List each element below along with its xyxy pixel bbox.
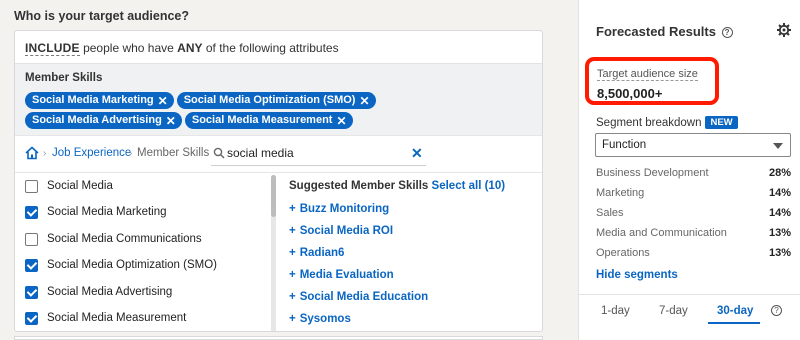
breadcrumb-member-skills: Member Skills [137,147,210,159]
target-audience-label: Target audience size [597,68,698,81]
tab-30-day[interactable]: 30-day [717,305,753,317]
select-all-link[interactable]: Select all (10) [432,180,506,192]
suggested-title: Suggested Member Skills Select all (10) [289,180,506,192]
option-checkbox[interactable] [25,232,38,246]
audience-section: Who is your target audience? INCLUDE peo… [0,0,560,340]
remove-pill-icon[interactable]: ✕ [359,95,369,107]
option-label: Social Media Measurement [47,312,187,324]
plus-icon: + [289,203,296,215]
next-card-edge [14,336,543,340]
targeting-card: INCLUDE people who have ANY of the follo… [14,30,543,332]
forecast-title: Forecasted Results ? [596,24,733,39]
clear-search-icon[interactable]: ✕ [411,145,423,162]
hide-segments-link[interactable]: Hide segments [596,269,678,281]
segment-row: Media and Communication 13% [596,227,791,239]
active-tab-indicator [708,322,760,324]
search-icon [213,147,225,159]
breadcrumb-job-experience[interactable]: Job Experience [52,147,131,159]
tab-1-day[interactable]: 1-day [601,305,630,317]
suggested-skills: Suggested Member Skills Select all (10) … [289,173,539,331]
option-label: Social Media [47,180,113,192]
plus-icon: + [289,225,296,237]
include-text-after: of the following attributes [205,41,339,55]
skill-option[interactable]: Social Media Marketing [25,202,167,222]
option-checkbox[interactable] [25,285,38,299]
option-label: Social Media Optimization (SMO) [47,259,217,271]
option-checkbox[interactable] [25,179,38,193]
skill-pill: Social Media Measurement ✕ [184,112,353,129]
search-input[interactable] [227,144,397,162]
skill-pill-label: Social Media Advertising [32,114,162,126]
segment-breakdown-label: Segment breakdown NEW [596,116,738,129]
option-checkbox[interactable] [25,205,38,219]
skill-pill: Social Media Advertising ✕ [25,112,182,129]
tab-7-day[interactable]: 7-day [659,305,688,317]
skill-option[interactable]: Social Media Optimization (SMO) [25,255,217,275]
skill-pill: Social Media Optimization (SMO) ✕ [176,92,376,109]
help-icon[interactable]: ? [721,27,733,38]
remove-pill-icon[interactable]: ✕ [166,115,176,127]
skill-pills: Social Media Marketing ✕ Social Media Opt… [25,92,535,129]
skill-pill-label: Social Media Marketing [32,94,154,106]
divider [579,294,800,295]
segment-row: Marketing 14% [596,187,791,199]
skill-pill-label: Social Media Measurement [191,114,333,126]
plus-icon: + [289,269,296,281]
plus-icon: + [289,247,296,259]
suggested-item[interactable]: + Social Media ROI [289,225,393,241]
skill-option[interactable]: Social Media Advertising [25,282,172,302]
breadcrumb-separator-icon: › [129,148,133,159]
option-label: Social Media Advertising [47,286,173,298]
plus-icon: + [289,291,296,303]
skill-options-list: Social Media Social Media Marketing Soci… [15,173,277,331]
include-text-before: people who have [83,41,174,55]
suggested-item[interactable]: + Radian6 [289,247,344,263]
options-scrollbar[interactable] [271,175,276,331]
skill-option[interactable]: Social Media Communications [25,229,202,249]
help-icon[interactable]: ? [771,305,782,316]
suggested-item[interactable]: + Sysomos [289,313,351,329]
scrollbar-thumb[interactable] [271,175,276,217]
section-question: Who is your target audience? [14,9,190,23]
suggested-item[interactable]: + Buzz Monitoring [289,203,389,219]
option-checkbox[interactable] [25,311,38,325]
option-label: Social Media Communications [47,233,202,245]
segment-select-value: Function [602,139,647,151]
suggested-item[interactable]: + Social Media Education [289,291,428,307]
any-keyword[interactable]: ANY [177,41,202,55]
caret-down-icon [773,143,783,149]
remove-pill-icon[interactable]: ✕ [158,95,168,107]
option-checkbox[interactable] [25,258,38,272]
target-audience-value: 8,500,000+ [597,86,663,101]
segment-row: Sales 14% [596,207,791,219]
skill-pill: Social Media Marketing ✕ [25,92,174,109]
skill-option[interactable]: Social Media Measurement [25,308,186,328]
segment-row: Business Development 28% [596,167,791,179]
segment-row: Operations 13% [596,247,791,259]
breadcrumb-separator-icon: › [43,148,47,159]
breadcrumb: › Job Experience › Member Skills ✕ [15,135,542,171]
forecast-panel: Forecasted Results ? Target audience siz… [578,0,800,340]
new-badge: NEW [705,116,738,129]
include-keyword[interactable]: INCLUDE [25,41,80,56]
remove-pill-icon[interactable]: ✕ [336,115,346,127]
include-row: INCLUDE people who have ANY of the follo… [25,41,339,56]
skill-pill-label: Social Media Optimization (SMO) [183,94,356,106]
option-label: Social Media Marketing [47,206,167,218]
home-icon[interactable] [25,146,39,160]
plus-icon: + [289,313,296,325]
member-skills-title: Member Skills [25,72,103,84]
suggested-item[interactable]: + Media Evaluation [289,269,394,285]
skill-results: Social Media Social Media Marketing Soci… [15,172,542,331]
skill-option[interactable]: Social Media [25,176,113,196]
segment-select[interactable]: Function [595,133,791,157]
skill-search: ✕ [211,140,426,166]
gear-icon[interactable] [776,22,792,38]
